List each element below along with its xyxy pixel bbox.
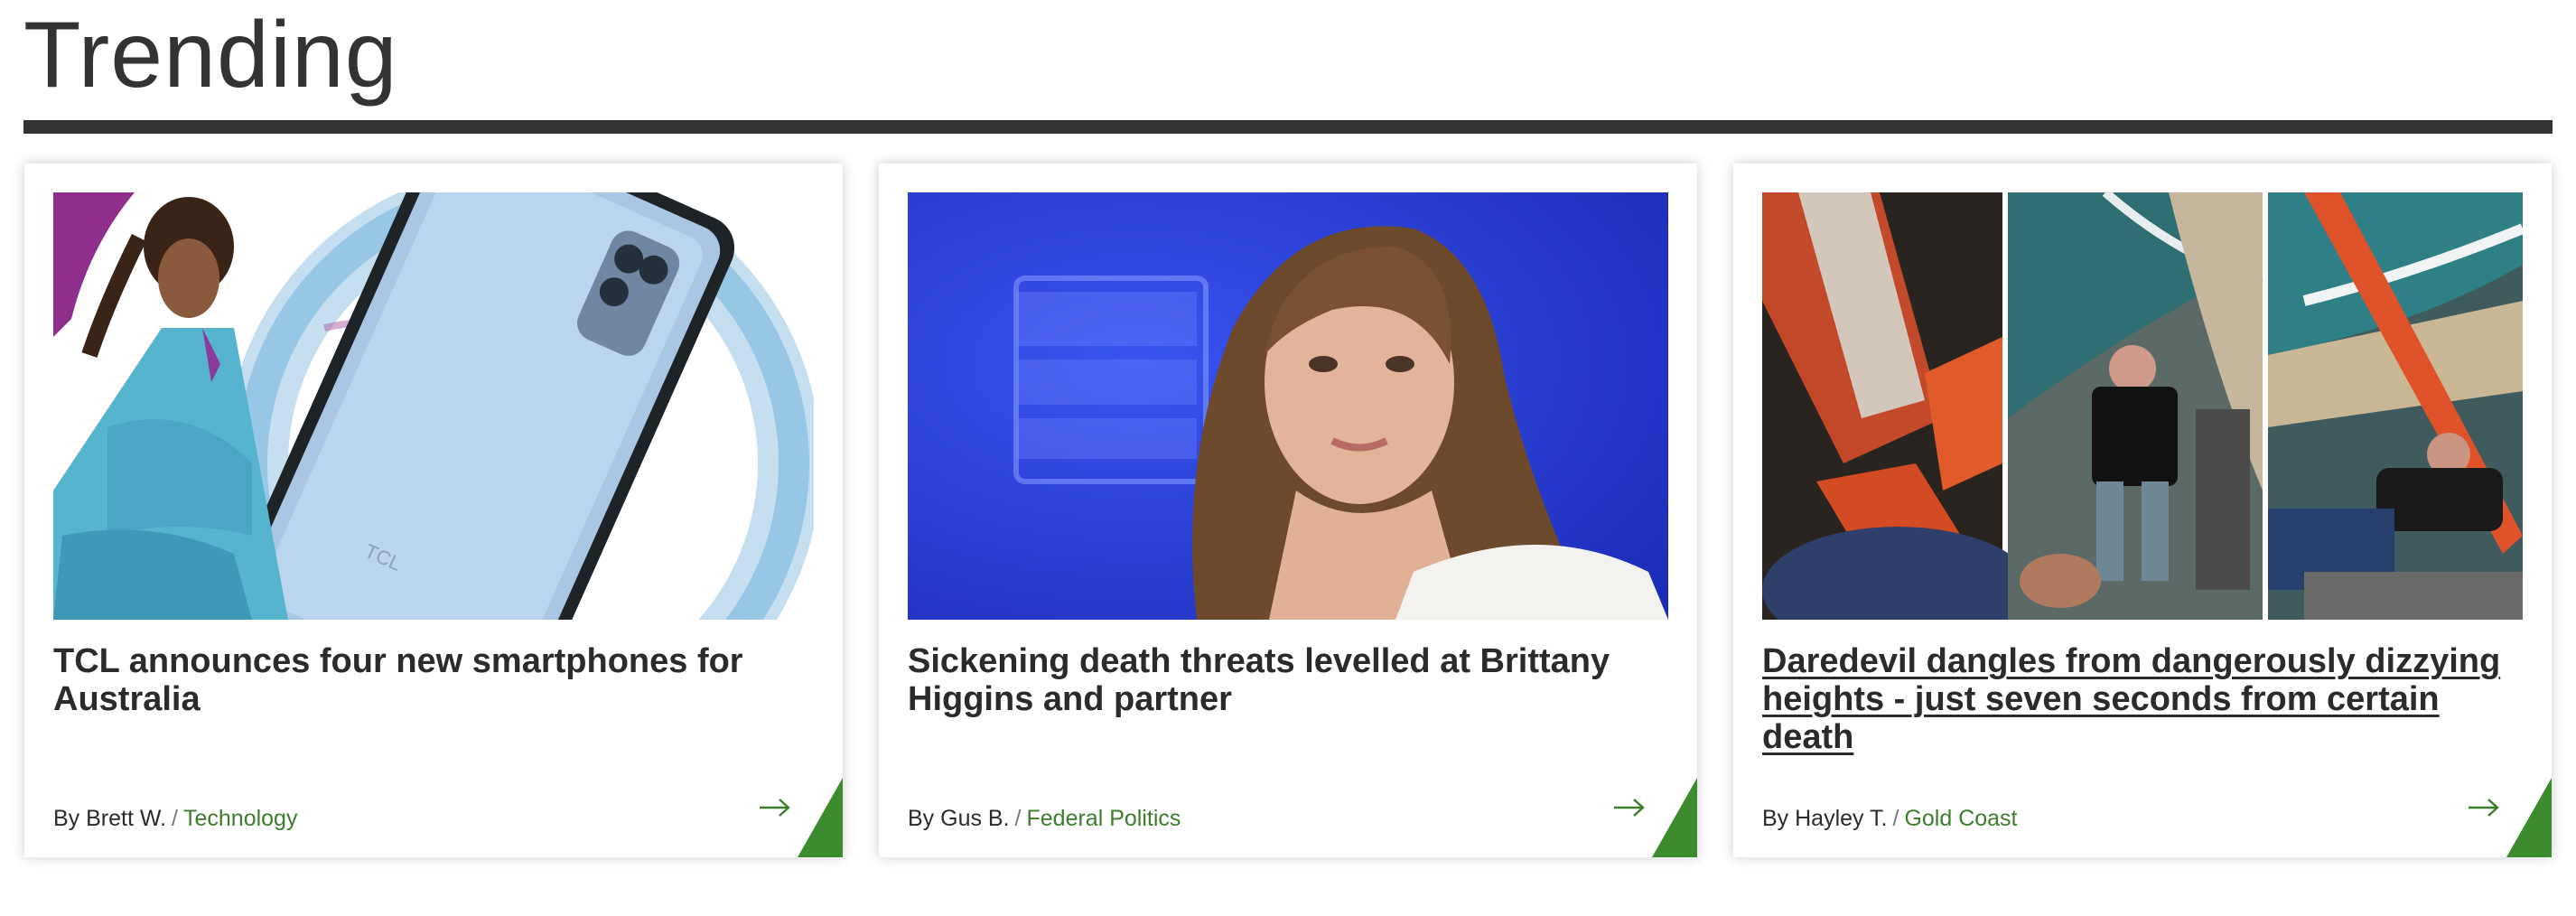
arrow-right-icon[interactable] <box>1612 796 1647 819</box>
article-author: By Brett W. <box>53 806 167 831</box>
article-headline[interactable]: TCL announces four new smartphones for A… <box>53 642 812 718</box>
article-category-link[interactable]: Federal Politics <box>1027 806 1181 831</box>
section-title: Trending <box>23 3 398 107</box>
trending-section: Trending TCL TCL announces four new smar… <box>0 0 2576 916</box>
byline-separator: / <box>1014 806 1022 831</box>
phone-and-model-illustration: TCL <box>53 192 814 620</box>
article-headline[interactable]: Daredevil dangles from dangerously dizzy… <box>1762 642 2521 756</box>
article-category-link[interactable]: Technology <box>183 806 297 831</box>
article-image-tcl[interactable]: TCL <box>53 192 814 620</box>
article-card-daredevil[interactable]: Daredevil dangles from dangerously dizzy… <box>1733 164 2552 857</box>
article-author: By Hayley T. <box>1762 806 1888 831</box>
card-corner-accent <box>2506 778 2552 857</box>
byline-separator: / <box>172 806 178 831</box>
card-corner-accent <box>798 778 843 857</box>
article-card-tcl[interactable]: TCL TCL announces four new smartphones f… <box>24 164 843 857</box>
section-divider <box>23 120 2553 134</box>
article-image-daredevil[interactable] <box>1762 192 2523 620</box>
article-byline: By Gus B. / Federal Politics <box>908 805 1181 832</box>
daredevil-crane-collage-illustration <box>1762 192 2523 620</box>
article-category-link[interactable]: Gold Coast <box>1904 806 2017 831</box>
article-card-higgins[interactable]: Sickening death threats levelled at Brit… <box>879 164 1697 857</box>
article-headline[interactable]: Sickening death threats levelled at Brit… <box>908 642 1666 718</box>
arrow-right-icon[interactable] <box>758 796 792 819</box>
article-author: By Gus B. <box>908 806 1010 831</box>
article-byline: By Brett W. / Technology <box>53 805 297 832</box>
woman-at-press-club-illustration <box>908 192 1668 620</box>
byline-separator: / <box>1892 806 1899 831</box>
arrow-right-icon[interactable] <box>2467 796 2501 819</box>
article-image-higgins[interactable] <box>908 192 1668 620</box>
article-byline: By Hayley T. / Gold Coast <box>1762 805 2018 832</box>
card-corner-accent <box>1652 778 1697 857</box>
